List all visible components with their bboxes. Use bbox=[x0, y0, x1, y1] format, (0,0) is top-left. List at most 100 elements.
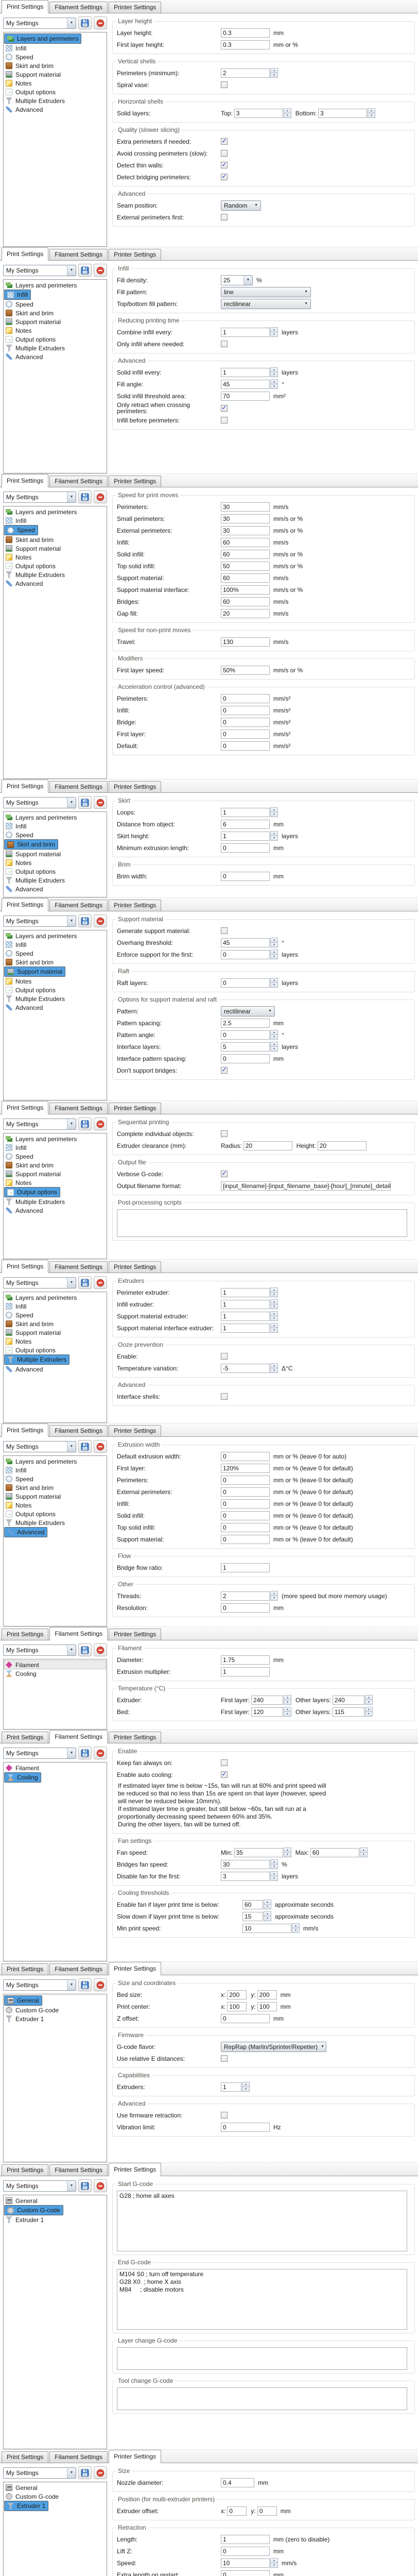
tab-printer-settings[interactable]: Printer Settings bbox=[109, 1261, 161, 1273]
detect-bridging-perimeters-checkbox[interactable]: ✓ bbox=[221, 174, 228, 180]
sidebar-item-extruder-1[interactable]: Extruder 1 bbox=[4, 2215, 106, 2224]
sidebar-item-layers-and-perimeters[interactable]: Layers and perimeters bbox=[4, 1293, 106, 1302]
bridges-fan-speed-spinner[interactable]: ▲▼ bbox=[270, 1859, 278, 1869]
tab-print-settings[interactable]: Print Settings bbox=[2, 474, 48, 487]
extruders-spinner[interactable]: ▲▼ bbox=[242, 2082, 250, 2092]
z-offset-input[interactable]: 0 bbox=[221, 2014, 270, 2023]
external-perimeters-input[interactable]: 30 bbox=[221, 526, 270, 535]
spin-down-icon[interactable]: ▼ bbox=[270, 372, 278, 377]
sidebar-item-output-options[interactable]: Output options bbox=[4, 986, 106, 994]
sidebar-item-cooling[interactable]: Cooling bbox=[4, 1772, 41, 1783]
sidebar-item-output-options[interactable]: Output options bbox=[4, 1346, 106, 1354]
seam-position-select[interactable]: Random▼ bbox=[221, 200, 261, 211]
delete-preset-button[interactable] bbox=[94, 16, 107, 29]
sidebar-item-skirt-and-brim[interactable]: Skirt and brim bbox=[4, 1319, 106, 1328]
temperature-variation-input[interactable]: -5 bbox=[221, 1364, 270, 1373]
support-material-interface-input[interactable]: 100% bbox=[221, 585, 270, 595]
sidebar-item-speed[interactable]: Speed bbox=[4, 1475, 106, 1483]
solid-infill-input[interactable]: 0 bbox=[221, 1511, 270, 1520]
bed-other-layers-input[interactable]: 115 bbox=[333, 1707, 364, 1717]
tab-printer-settings[interactable]: Printer Settings bbox=[109, 249, 161, 260]
sidebar-item-custom-g-code[interactable]: Custom G-code bbox=[4, 2492, 106, 2501]
tab-printer-settings[interactable]: Printer Settings bbox=[109, 2450, 161, 2463]
delete-preset-button[interactable] bbox=[94, 264, 107, 277]
spin-down-icon[interactable]: ▼ bbox=[242, 2087, 250, 2092]
first-layer-input[interactable]: 0 bbox=[221, 730, 270, 739]
sidebar-item-speed[interactable]: Speed bbox=[4, 525, 38, 535]
preset-dropdown[interactable]: My Settings▼ bbox=[3, 492, 76, 503]
infill-extruder-input[interactable]: 1 bbox=[221, 1300, 270, 1309]
pattern-select[interactable]: rectilinear▼ bbox=[221, 1006, 275, 1016]
bed-first-layer-input[interactable]: 120 bbox=[251, 1707, 283, 1717]
min-print-speed-spinner[interactable]: ▲▼ bbox=[292, 1923, 300, 1933]
delete-preset-button[interactable] bbox=[94, 2466, 107, 2479]
perimeters-input[interactable]: 0 bbox=[221, 694, 270, 703]
only-infill-where-needed-checkbox[interactable] bbox=[221, 341, 228, 347]
perimeters-input[interactable]: 30 bbox=[221, 502, 270, 512]
preset-dropdown[interactable]: My Settings▼ bbox=[3, 2467, 76, 2479]
tab-filament-settings[interactable]: Filament Settings bbox=[49, 900, 108, 911]
tab-filament-settings[interactable]: Filament Settings bbox=[49, 1627, 108, 1640]
sidebar-item-layers-and-perimeters[interactable]: Layers and perimeters bbox=[4, 281, 106, 290]
solid-infill-every-spinner[interactable]: ▲▼ bbox=[270, 367, 278, 377]
skirt-height-input[interactable]: 1 bbox=[221, 832, 270, 841]
spin-down-icon[interactable]: ▼ bbox=[270, 812, 278, 817]
nozzle-diameter-input[interactable]: 0.4 bbox=[221, 2478, 254, 2487]
small-perimeters-input[interactable]: 30 bbox=[221, 514, 270, 523]
sidebar-item-multiple-extruders[interactable]: Multiple Extruders bbox=[4, 1518, 106, 1527]
start-g-code-textarea[interactable]: G28 ; home all axes bbox=[117, 2191, 407, 2251]
tab-filament-settings[interactable]: Filament Settings bbox=[49, 1103, 108, 1114]
perimeters-minimum-input[interactable]: 2 bbox=[221, 69, 270, 78]
spin-down-icon[interactable]: ▼ bbox=[270, 384, 278, 389]
enable-checkbox[interactable] bbox=[221, 1353, 228, 1360]
detect-thin-walls-checkbox[interactable]: ✓ bbox=[221, 162, 228, 168]
output-filename-format-input[interactable]: [input_filename]-[input_filename_base]-[… bbox=[221, 1181, 391, 1191]
sidebar-item-notes[interactable]: Notes bbox=[4, 326, 106, 335]
sidebar-item-filament[interactable]: Filament bbox=[4, 1660, 106, 1669]
sidebar-item-notes[interactable]: Notes bbox=[4, 1501, 106, 1510]
extruder-first-layer-spinner[interactable]: ▲▼ bbox=[284, 1695, 291, 1705]
spin-down-icon[interactable]: ▼ bbox=[270, 836, 278, 841]
raft-layers-input[interactable]: 0 bbox=[221, 978, 270, 988]
tab-filament-settings[interactable]: Filament Settings bbox=[49, 1963, 108, 1975]
tab-printer-settings[interactable]: Printer Settings bbox=[109, 2, 161, 13]
delete-preset-button[interactable] bbox=[94, 1440, 107, 1453]
min-print-speed-input[interactable]: 10 bbox=[242, 1924, 291, 1933]
support-material-extruder-input[interactable]: 1 bbox=[221, 1312, 270, 1321]
resolution-input[interactable]: 0 bbox=[221, 1603, 270, 1613]
tab-filament-settings[interactable]: Filament Settings bbox=[49, 2451, 108, 2463]
tab-printer-settings[interactable]: Printer Settings bbox=[109, 1425, 161, 1436]
bed-first-layer-spinner[interactable]: ▲▼ bbox=[284, 1707, 291, 1717]
minimum-extrusion-length-input[interactable]: 0 bbox=[221, 843, 270, 853]
sidebar-item-infill[interactable]: Infill bbox=[4, 940, 106, 949]
sidebar-item-output-options[interactable]: Output options bbox=[4, 88, 106, 96]
bridges-input[interactable]: 60 bbox=[221, 597, 270, 606]
tab-printer-settings[interactable]: Printer Settings bbox=[109, 1103, 161, 1114]
sidebar-item-custom-g-code[interactable]: Custom G-code bbox=[4, 2006, 106, 2014]
interface-pattern-spacing-input[interactable]: 0 bbox=[221, 1054, 270, 1063]
sidebar-item-output-options[interactable]: Output options bbox=[4, 1510, 106, 1518]
sidebar-item-general[interactable]: General bbox=[4, 2196, 106, 2205]
save-preset-button[interactable] bbox=[78, 2466, 92, 2479]
tab-printer-settings[interactable]: Printer Settings bbox=[109, 2163, 161, 2176]
sidebar-item-advanced[interactable]: Advanced bbox=[4, 1527, 47, 1537]
sidebar-item-speed[interactable]: Speed bbox=[4, 1152, 106, 1161]
support-material-interface-extruder-input[interactable]: 1 bbox=[221, 1324, 270, 1333]
infill-input[interactable]: 0 bbox=[221, 706, 270, 715]
external-perimeters-input[interactable]: 0 bbox=[221, 1487, 270, 1497]
first-layer-speed-input[interactable]: 50% bbox=[221, 666, 270, 675]
sidebar-item-support-material[interactable]: Support material bbox=[4, 544, 106, 553]
first-layer-height-input[interactable]: 0.3 bbox=[221, 40, 270, 49]
tab-print-settings[interactable]: Print Settings bbox=[2, 0, 48, 13]
perimeters-input[interactable]: 0 bbox=[221, 1476, 270, 1485]
delete-preset-button[interactable] bbox=[94, 1276, 107, 1289]
solid-layers-bottom-input[interactable]: 3 bbox=[318, 109, 367, 118]
spin-down-icon[interactable]: ▼ bbox=[270, 942, 278, 947]
g-code-flavor-select[interactable]: RepRap (Marlin/Sprinter/Repetier)▼ bbox=[221, 2042, 326, 2052]
sidebar-item-output-options[interactable]: Output options bbox=[4, 867, 106, 876]
overhang-threshold-input[interactable]: 45 bbox=[221, 938, 270, 947]
spin-down-icon[interactable]: ▼ bbox=[270, 2563, 278, 2568]
save-preset-button[interactable] bbox=[78, 1276, 92, 1289]
pattern-angle-input[interactable]: 0 bbox=[221, 1030, 270, 1040]
tab-print-settings[interactable]: Print Settings bbox=[2, 1423, 48, 1437]
